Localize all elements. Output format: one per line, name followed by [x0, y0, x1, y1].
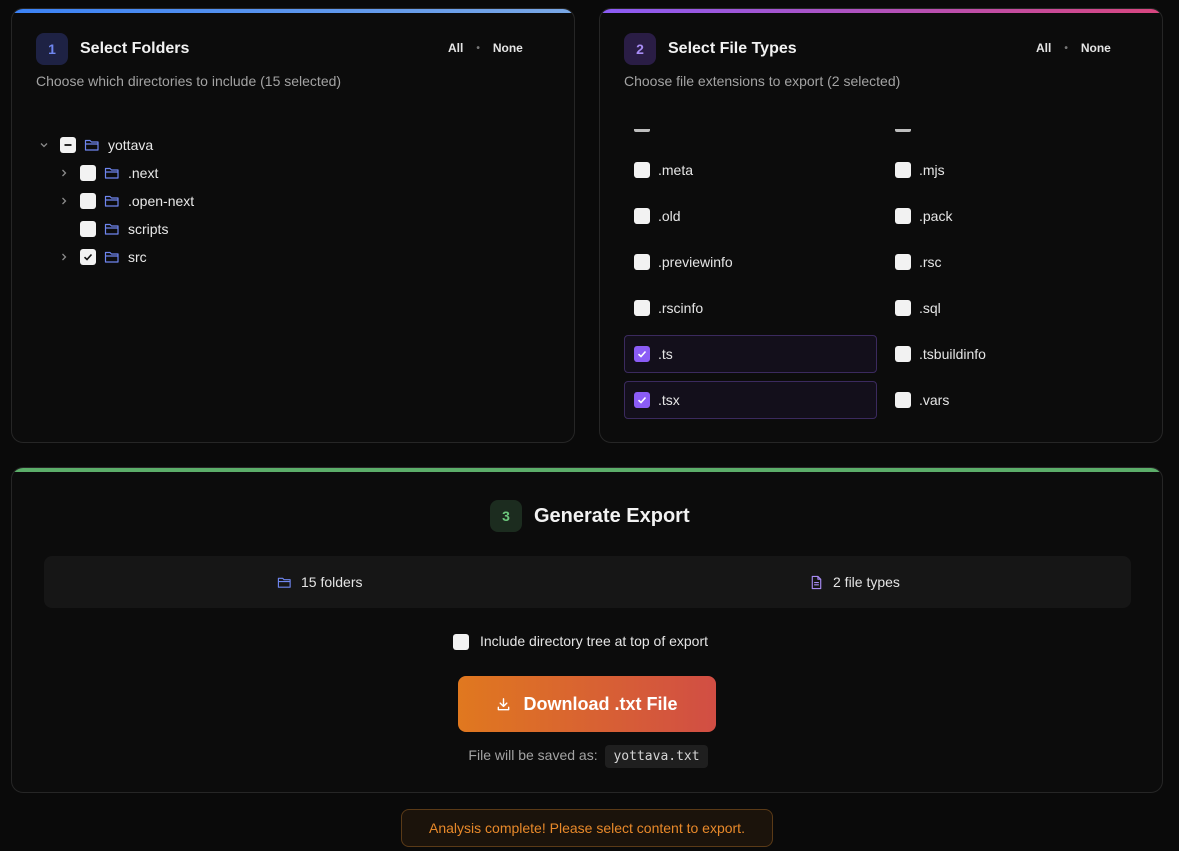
- file-types-stat-label: 2 file types: [833, 574, 900, 590]
- save-filename-note: File will be saved as: yottava.txt: [12, 745, 1162, 768]
- extension-checkbox[interactable]: [634, 162, 650, 178]
- extension-label[interactable]: .previewinfo: [658, 252, 733, 272]
- separator-dot: •: [476, 42, 480, 54]
- extension-label[interactable]: .rscinfo: [658, 298, 703, 318]
- card-accent-bar: [600, 9, 1162, 13]
- separator-dot: •: [1064, 42, 1068, 54]
- export-filename: yottava.txt: [605, 745, 708, 768]
- chevron-right-icon[interactable]: [59, 168, 69, 178]
- extension-label[interactable]: .vars: [919, 390, 949, 410]
- folder-icon: [104, 223, 119, 235]
- select-folders-card: 1 Select Folders All • None Choose which…: [11, 8, 575, 443]
- chevron-right-icon[interactable]: [59, 252, 69, 262]
- folders-stat-label: 15 folders: [301, 574, 363, 590]
- extension-label[interactable]: .tsbuildinfo: [919, 344, 986, 364]
- card-subtitle: Choose which directories to include (15 …: [36, 73, 342, 89]
- extension-label[interactable]: .rsc: [919, 252, 942, 272]
- tree-item-label[interactable]: yottava: [108, 135, 153, 155]
- extension-label[interactable]: .mjs: [919, 160, 945, 180]
- folder-checkbox-indeterminate[interactable]: [60, 137, 76, 153]
- file-icon: [811, 575, 822, 589]
- extension-checkbox[interactable]: [895, 254, 911, 270]
- folder-icon: [104, 167, 119, 179]
- tree-item-label[interactable]: .next: [128, 163, 158, 183]
- extension-label[interactable]: .old: [658, 206, 681, 226]
- card-subtitle: Choose file extensions to export (2 sele…: [624, 73, 901, 89]
- extension-checkbox-checked[interactable]: [634, 392, 650, 408]
- extension-checkbox[interactable]: [634, 300, 650, 316]
- select-all-none: All • None: [1036, 41, 1111, 55]
- minus-icon: [64, 144, 72, 146]
- folder-checkbox[interactable]: [80, 193, 96, 209]
- extension-checkbox[interactable]: [634, 254, 650, 270]
- tree-item-label[interactable]: scripts: [128, 219, 168, 239]
- generate-export-card: 3 Generate Export 15 folders 2 file type…: [11, 467, 1163, 793]
- folder-checkbox-checked[interactable]: [80, 249, 96, 265]
- folder-checkbox[interactable]: [80, 165, 96, 181]
- select-all-none: All • None: [448, 41, 523, 55]
- folder-icon: [277, 577, 291, 588]
- extension-label[interactable]: .tsx: [658, 390, 680, 410]
- card-accent-bar: [12, 468, 1162, 472]
- chevron-down-icon[interactable]: [39, 140, 49, 150]
- scrolled-checkbox-edge: [895, 129, 911, 132]
- extension-checkbox[interactable]: [895, 300, 911, 316]
- extension-checkbox-checked[interactable]: [634, 346, 650, 362]
- extension-checkbox[interactable]: [895, 162, 911, 178]
- step-badge: 3: [490, 500, 522, 532]
- card-title: Select File Types: [668, 40, 797, 57]
- card-accent-bar: [12, 9, 574, 13]
- select-file-types-card: 2 Select File Types All • None Choose fi…: [599, 8, 1163, 443]
- extension-checkbox[interactable]: [895, 346, 911, 362]
- extension-label[interactable]: .sql: [919, 298, 941, 318]
- download-icon: [498, 697, 510, 710]
- chevron-right-icon[interactable]: [59, 196, 69, 206]
- download-button[interactable]: Download .txt File: [458, 676, 716, 732]
- step-badge: 1: [36, 33, 68, 65]
- select-none-button[interactable]: None: [493, 41, 523, 55]
- select-all-button[interactable]: All: [448, 41, 463, 55]
- extension-label[interactable]: .ts: [658, 344, 673, 364]
- download-button-label: Download .txt File: [523, 693, 678, 714]
- select-none-button[interactable]: None: [1081, 41, 1111, 55]
- extension-checkbox[interactable]: [895, 208, 911, 224]
- step-badge: 2: [624, 33, 656, 65]
- check-icon: [83, 253, 93, 261]
- tree-item-label[interactable]: .open-next: [128, 191, 194, 211]
- card-title: Generate Export: [534, 505, 690, 527]
- folder-checkbox[interactable]: [80, 221, 96, 237]
- extension-checkbox[interactable]: [634, 208, 650, 224]
- status-message: Analysis complete! Please select content…: [401, 809, 773, 847]
- export-summary: 15 folders 2 file types: [44, 556, 1131, 608]
- extension-label[interactable]: .meta: [658, 160, 693, 180]
- extension-checkbox[interactable]: [895, 392, 911, 408]
- include-tree-label[interactable]: Include directory tree at top of export: [480, 633, 708, 649]
- check-icon: [637, 396, 647, 404]
- select-all-button[interactable]: All: [1036, 41, 1051, 55]
- folder-icon: [104, 251, 119, 263]
- folder-icon: [84, 139, 99, 151]
- extension-label[interactable]: .pack: [919, 206, 952, 226]
- card-title: Select Folders: [80, 40, 190, 57]
- saved-prefix: File will be saved as:: [468, 747, 598, 763]
- check-icon: [637, 350, 647, 358]
- file-types-stat: 2 file types: [809, 574, 900, 590]
- folders-stat: 15 folders: [277, 574, 362, 590]
- tree-item-label[interactable]: src: [128, 247, 147, 267]
- folder-icon: [104, 195, 119, 207]
- scrolled-checkbox-edge: [634, 129, 650, 132]
- include-tree-checkbox[interactable]: [453, 634, 469, 650]
